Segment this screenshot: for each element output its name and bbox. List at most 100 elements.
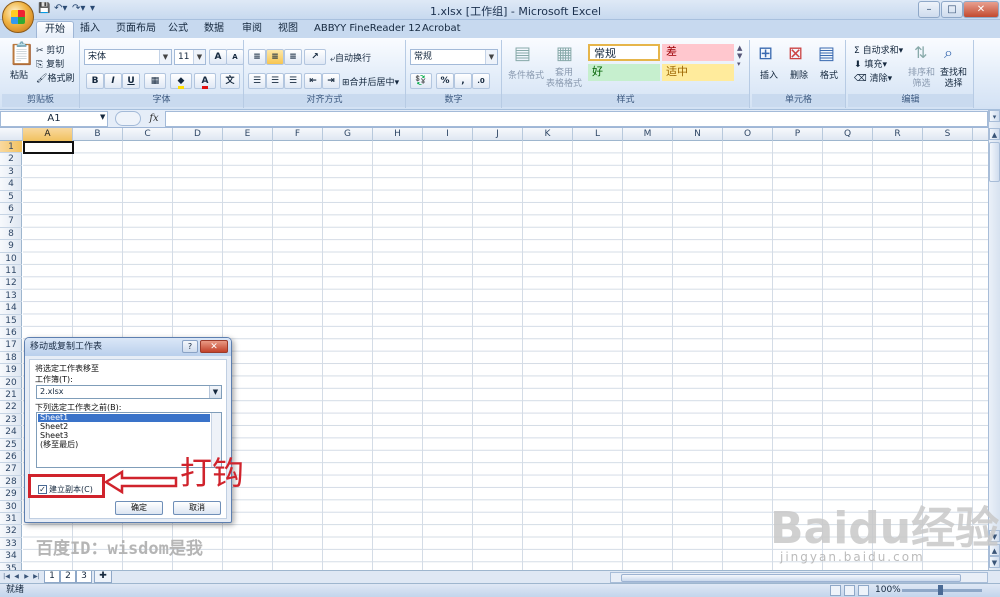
find-select-button[interactable]: 查找和 选择 bbox=[940, 68, 967, 90]
align-right-icon[interactable]: ☰ bbox=[284, 73, 302, 89]
wrap-text-button[interactable]: ⤶自动换行 bbox=[330, 51, 371, 64]
next-page-icon[interactable]: ▼ bbox=[989, 556, 1000, 568]
paste-button[interactable]: 粘贴 bbox=[10, 68, 28, 81]
delete-cells-button[interactable]: 删除 bbox=[790, 68, 808, 81]
list-item[interactable]: Sheet1 bbox=[38, 414, 210, 422]
font-size-combo[interactable]: 11 ▼ bbox=[174, 49, 206, 65]
decrease-indent-icon[interactable]: ⇤ bbox=[304, 73, 322, 89]
column-header[interactable]: E bbox=[223, 128, 273, 141]
row-header[interactable]: 24 bbox=[0, 426, 22, 439]
column-header[interactable]: K bbox=[523, 128, 573, 141]
comma-button[interactable]: , bbox=[454, 73, 472, 89]
row-header[interactable]: 11 bbox=[0, 265, 22, 278]
grow-font-button[interactable]: A bbox=[209, 49, 227, 65]
column-header[interactable]: R bbox=[873, 128, 923, 141]
last-sheet-icon[interactable]: ▶| bbox=[32, 572, 41, 582]
format-cells-button[interactable]: 格式 bbox=[820, 68, 838, 81]
customize-qat-icon[interactable]: ▾ bbox=[90, 3, 95, 17]
table-format-button[interactable]: 套用 表格格式 bbox=[546, 68, 582, 90]
percent-button[interactable]: % bbox=[436, 73, 454, 89]
dialog-close-button[interactable]: ✕ bbox=[200, 340, 228, 353]
align-bottom-icon[interactable]: ≡ bbox=[284, 49, 302, 65]
formula-input[interactable] bbox=[165, 111, 988, 127]
row-header[interactable]: 20 bbox=[0, 377, 22, 389]
autosum-button[interactable]: Σ 自动求和▾ bbox=[854, 43, 903, 56]
row-header[interactable]: 7 bbox=[0, 215, 22, 228]
font-name-combo[interactable]: 宋体 ▼ bbox=[84, 49, 172, 65]
currency-icon[interactable]: 💱 bbox=[410, 73, 432, 89]
tab-data[interactable]: 数据 bbox=[196, 21, 232, 38]
style-normal[interactable]: 常规 bbox=[588, 44, 660, 61]
row-header[interactable]: 16 bbox=[0, 327, 22, 340]
style-bad[interactable]: 差 bbox=[662, 44, 734, 61]
row-header[interactable]: 5 bbox=[0, 191, 22, 203]
column-header[interactable]: D bbox=[173, 128, 223, 141]
page-layout-view-icon[interactable] bbox=[844, 585, 855, 596]
increase-indent-icon[interactable]: ⇥ bbox=[322, 73, 340, 89]
column-header[interactable]: F bbox=[273, 128, 323, 141]
column-header[interactable]: S bbox=[923, 128, 973, 141]
horizontal-scrollbar[interactable] bbox=[610, 572, 988, 583]
row-header[interactable]: 34 bbox=[0, 550, 22, 563]
merge-center-button[interactable]: ⊞合并后居中▾ bbox=[342, 75, 399, 88]
row-header[interactable]: 10 bbox=[0, 253, 22, 265]
close-window-button[interactable]: ✕ bbox=[963, 1, 999, 18]
page-break-view-icon[interactable] bbox=[858, 585, 869, 596]
row-header[interactable]: 31 bbox=[0, 513, 22, 526]
column-header[interactable]: P bbox=[773, 128, 823, 141]
shrink-font-button[interactable]: A bbox=[226, 49, 244, 65]
conditional-format-icon[interactable]: ▤ bbox=[514, 43, 531, 64]
font-color-button[interactable]: A bbox=[194, 73, 216, 89]
column-header[interactable]: L bbox=[573, 128, 623, 141]
binoculars-icon[interactable]: ⌕ bbox=[944, 43, 953, 63]
style-good[interactable]: 好 bbox=[588, 64, 660, 81]
tab-page-layout[interactable]: 页面布局 bbox=[108, 21, 164, 38]
column-header[interactable]: H bbox=[373, 128, 423, 141]
workbook-select[interactable]: 2.xlsx ▼ bbox=[36, 385, 222, 399]
row-header[interactable]: 2 bbox=[0, 153, 22, 166]
column-header[interactable]: G bbox=[323, 128, 373, 141]
office-button[interactable] bbox=[2, 1, 34, 33]
help-button[interactable]: ? bbox=[182, 340, 198, 353]
list-item[interactable]: Sheet2 bbox=[38, 423, 210, 431]
delete-cells-icon[interactable]: ⊠ bbox=[788, 43, 803, 64]
insert-sheet-icon[interactable]: ✚ bbox=[94, 571, 112, 583]
row-header[interactable]: 35 bbox=[0, 563, 22, 570]
undo-icon[interactable]: ↶▾ bbox=[54, 3, 67, 17]
underline-button[interactable]: U bbox=[122, 73, 140, 89]
zoom-knob[interactable] bbox=[938, 585, 943, 595]
row-header[interactable]: 26 bbox=[0, 451, 22, 464]
style-neutral[interactable]: 适中 bbox=[662, 64, 734, 81]
active-cell[interactable] bbox=[23, 141, 74, 154]
sort-filter-button[interactable]: 排序和 筛选 bbox=[908, 68, 935, 90]
row-header[interactable]: 1 bbox=[0, 141, 22, 154]
ok-button[interactable]: 确定 bbox=[115, 501, 163, 515]
column-header[interactable]: J bbox=[473, 128, 523, 141]
next-sheet-icon[interactable]: ▶ bbox=[22, 572, 31, 582]
row-header[interactable]: 3 bbox=[0, 166, 22, 179]
row-header[interactable]: 27 bbox=[0, 463, 22, 476]
column-header[interactable]: O bbox=[723, 128, 773, 141]
row-header[interactable]: 15 bbox=[0, 315, 22, 327]
align-middle-icon[interactable]: ≡ bbox=[266, 49, 284, 65]
tab-review[interactable]: 审阅 bbox=[234, 21, 270, 38]
align-center-icon[interactable]: ☰ bbox=[266, 73, 284, 89]
column-header[interactable]: B bbox=[73, 128, 123, 141]
conditional-format-button[interactable]: 条件格式 bbox=[508, 68, 544, 81]
row-header[interactable]: 4 bbox=[0, 178, 22, 191]
insert-cells-button[interactable]: 插入 bbox=[760, 68, 778, 81]
name-box[interactable]: A1 bbox=[0, 111, 108, 127]
column-header[interactable]: A bbox=[23, 128, 73, 141]
scroll-thumb[interactable] bbox=[989, 142, 1000, 182]
maximize-button[interactable]: □ bbox=[941, 1, 963, 18]
fill-button[interactable]: ⬇ 填充▾ bbox=[854, 57, 887, 70]
column-header[interactable]: N bbox=[673, 128, 723, 141]
scroll-up-icon[interactable]: ▲ bbox=[989, 128, 1000, 140]
bold-button[interactable]: B bbox=[86, 73, 104, 89]
format-painter-button[interactable]: 🖌格式刷 bbox=[36, 71, 74, 84]
copy-button[interactable]: ⎘ 复制 bbox=[36, 57, 64, 70]
row-header[interactable]: 23 bbox=[0, 414, 22, 427]
row-header[interactable]: 28 bbox=[0, 476, 22, 489]
row-header[interactable]: 13 bbox=[0, 290, 22, 303]
prev-sheet-icon[interactable]: ◀ bbox=[12, 572, 21, 582]
